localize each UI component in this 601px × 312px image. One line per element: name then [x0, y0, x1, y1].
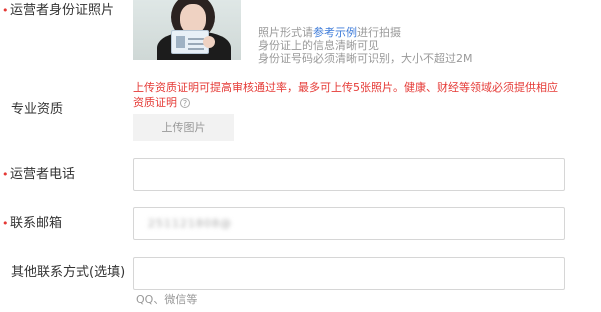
hint-prefix: 照片形式请 [258, 26, 313, 39]
example-link[interactable]: 参考示例 [313, 26, 357, 39]
required-marker: • [2, 4, 9, 17]
id-photo-hint-line2: 身份证上的信息清晰可见 [258, 39, 379, 52]
id-photo-hint-line3: 身份证号码必须清晰可识别，大小不超过2M [258, 52, 473, 65]
qualification-warning: 上传资质证明可提高审核通过率，最多可上传5张照片。健康、财经等领域必须提供相应资… [133, 80, 563, 110]
required-marker: • [2, 217, 9, 230]
other-contact-hint: QQ、微信等 [136, 293, 198, 306]
qualification-label: 专业资质 [11, 102, 64, 117]
warning-text: 上传资质证明可提高审核通过率，最多可上传5张照片。健康、财经等领域必须提供相应资… [133, 81, 558, 109]
email-value: 251121808@ [148, 217, 232, 230]
other-contact-label: 其他联系方式(选填) [11, 265, 126, 280]
email-label: 联系邮箱 [10, 216, 63, 231]
id-photo-example-image[interactable] [133, 0, 241, 60]
id-photo-hint-line1: 照片形式请参考示例进行拍摄 [258, 26, 401, 39]
phone-label: 运营者电话 [10, 167, 76, 182]
hint-suffix: 进行拍摄 [357, 26, 401, 39]
other-contact-input[interactable] [133, 257, 565, 290]
phone-input[interactable] [133, 158, 565, 191]
id-photo-label: 运营者身份证照片 [10, 3, 115, 18]
upload-image-button[interactable]: 上传图片 [133, 114, 234, 141]
help-icon[interactable]: ? [180, 98, 190, 108]
email-input[interactable]: 251121808@ [133, 207, 565, 240]
required-marker: • [2, 168, 9, 181]
